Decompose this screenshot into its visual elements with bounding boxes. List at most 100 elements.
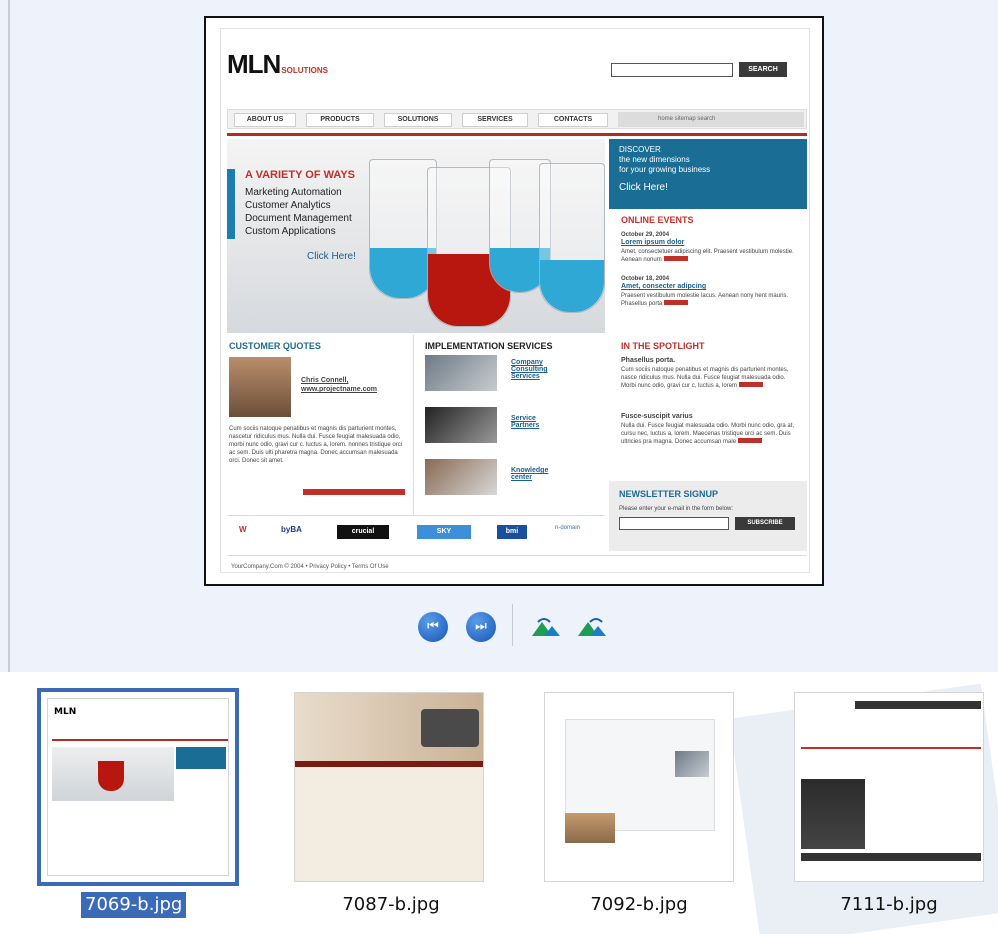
- customer-quotes-title: CUSTOMER QUOTES: [229, 341, 321, 351]
- thumb-discover: [176, 747, 226, 769]
- newsletter-box: NEWSLETTER SIGNUP Please enter your e-ma…: [609, 481, 807, 551]
- newsletter-subscribe-button: SUBSCRIBE: [735, 517, 795, 530]
- thumb-photo: [565, 813, 615, 843]
- thumb-flask: [98, 761, 124, 791]
- service-image: [425, 407, 497, 443]
- column-divider: [413, 335, 414, 515]
- discover-line: the new dimensions: [619, 155, 690, 164]
- discover-line: DISCOVER: [619, 145, 661, 154]
- rotate-clockwise-button[interactable]: [530, 616, 564, 638]
- site-nav-contacts: CONTACTS: [538, 113, 608, 127]
- footer-divider: [227, 555, 807, 556]
- spotlight-text-content: Nulla dui. Fusce feugiat malesuada odio.…: [621, 423, 795, 445]
- thumbnail-label[interactable]: 7069-b.jpg: [81, 892, 187, 918]
- partners-divider: [227, 515, 605, 516]
- thumb-nav: [295, 761, 483, 767]
- thumb-footer: [801, 853, 981, 861]
- event-text: Praesent vestibulum molestie lacus. Aene…: [621, 292, 801, 308]
- partner-logo: n-domain: [555, 525, 581, 531]
- implementation-title: IMPLEMENTATION SERVICES: [425, 341, 553, 351]
- thumbnail-image: [294, 692, 484, 882]
- thumb-divider: [801, 747, 981, 749]
- rotate-arrow: [537, 618, 551, 623]
- thumb-nav: [855, 701, 981, 709]
- toolbar-separator: [512, 604, 513, 646]
- thumbnail-7069[interactable]: MLN: [37, 688, 239, 886]
- event-text-content: Amet, consectetuer adipiscing elit. Prae…: [621, 249, 794, 263]
- thumb-panel: [421, 709, 479, 747]
- hero-click-link: Click Here!: [307, 251, 356, 262]
- logo-text: MLN: [227, 49, 281, 79]
- spotlight-heading: Fusce-suscipit varius: [621, 413, 693, 420]
- site-logo: MLNSOLUTIONS: [227, 49, 328, 80]
- spotlight-title: IN THE SPOTLIGHT: [621, 341, 705, 351]
- customer-name: Chris Connell,: [301, 377, 349, 384]
- main-preview-image: MLNSOLUTIONS SEARCH ABOUT US PRODUCTS SO…: [204, 16, 824, 586]
- site-nav-solutions: SOLUTIONS: [384, 113, 452, 127]
- site-nav-services: SERVICES: [462, 113, 528, 127]
- spotlight-text: Cum sociis natoque penatibus et magnis d…: [621, 366, 801, 390]
- partner-logo: byBA: [281, 525, 302, 534]
- thumbnail-label[interactable]: 7092-b.jpg: [584, 892, 694, 918]
- thumbnail-label[interactable]: 7087-b.jpg: [336, 892, 446, 918]
- site-search-button: SEARCH: [739, 62, 787, 77]
- hero-line: Customer Analytics: [245, 200, 331, 211]
- site-divider: [227, 133, 807, 136]
- site-footer: YourCompany.Com © 2004 • Privacy Policy …: [231, 564, 389, 570]
- partner-logo: crucial: [337, 525, 389, 539]
- previous-image-icon: ⏮: [427, 619, 439, 634]
- thumbnail-7087[interactable]: [290, 688, 492, 886]
- image-preview-pane: MLNSOLUTIONS SEARCH ABOUT US PRODUCTS SO…: [0, 0, 998, 672]
- thumbnail-image: [544, 692, 734, 882]
- partner-logo: W: [239, 525, 247, 534]
- thumbnail-7092[interactable]: [540, 688, 742, 886]
- thumbnail-7111[interactable]: [790, 688, 992, 886]
- hero-accent-bar: [227, 169, 235, 239]
- site-nav-about: ABOUT US: [234, 113, 296, 127]
- service-image: [425, 355, 497, 391]
- newsletter-email-input: [619, 517, 729, 530]
- more-tag: [739, 382, 764, 387]
- thumbnail-label[interactable]: 7111-b.jpg: [834, 892, 944, 918]
- more-tag: [664, 300, 689, 305]
- next-image-icon: ⏭: [475, 619, 487, 634]
- next-image-button[interactable]: ⏭: [466, 612, 496, 642]
- event-date: October 29, 2004: [621, 232, 670, 238]
- spotlight-heading: Phasellus porta.: [621, 357, 676, 364]
- service-link: Company Consulting Services: [511, 359, 548, 380]
- customer-photo: [229, 357, 291, 417]
- hero-title: A VARIETY OF WAYS: [245, 169, 356, 181]
- service-link: Service Partners: [511, 415, 540, 429]
- more-tag: [738, 438, 763, 443]
- previous-image-button[interactable]: ⏮: [418, 612, 448, 642]
- site-hero-banner: A VARIETY OF WAYS Marketing Automation C…: [227, 139, 605, 333]
- site-nav-bar: ABOUT US PRODUCTS SOLUTIONS SERVICES CON…: [227, 109, 807, 129]
- newsletter-title: NEWSLETTER SIGNUP: [619, 489, 719, 499]
- service-image: [425, 459, 497, 495]
- hero-line: Document Management: [245, 213, 352, 224]
- thumbnail-image: MLN: [47, 698, 229, 876]
- newsletter-prompt: Please enter your e-mail in the form bel…: [619, 506, 734, 512]
- site-search-input: [611, 63, 733, 77]
- event-text-content: Praesent vestibulum molestie lacus. Aene…: [621, 293, 789, 307]
- online-events-title: ONLINE EVENTS: [621, 215, 694, 225]
- discover-banner: DISCOVER the new dimensions for your gro…: [609, 139, 807, 209]
- pane-divider[interactable]: [8, 0, 10, 672]
- hero-line: Marketing Automation: [245, 187, 342, 198]
- discover-line: for your growing business: [619, 165, 711, 174]
- event-date: October 18, 2004: [621, 276, 670, 282]
- spotlight-text-content: Cum sociis natoque penatibus et magnis d…: [621, 367, 789, 389]
- service-link: Knowledge center: [511, 467, 549, 481]
- more-tag: [663, 256, 688, 261]
- event-heading: Amet, consecter adipcing: [621, 283, 707, 290]
- customer-quote: Cum sociis natoque penatibus et magnis d…: [229, 426, 403, 464]
- hero-line: Custom Applications: [245, 226, 336, 237]
- customer-site: www.projectname.com: [301, 386, 377, 393]
- discover-click-link: Click Here!: [619, 182, 668, 193]
- thumb-logo: MLN: [54, 707, 77, 717]
- thumbnail-image: [794, 692, 984, 882]
- rotate-arrow: [589, 618, 603, 623]
- spotlight-text: Nulla dui. Fusce feugiat malesuada odio.…: [621, 422, 801, 446]
- rotate-counterclockwise-button[interactable]: [576, 616, 610, 638]
- read-more-tag: [303, 489, 405, 495]
